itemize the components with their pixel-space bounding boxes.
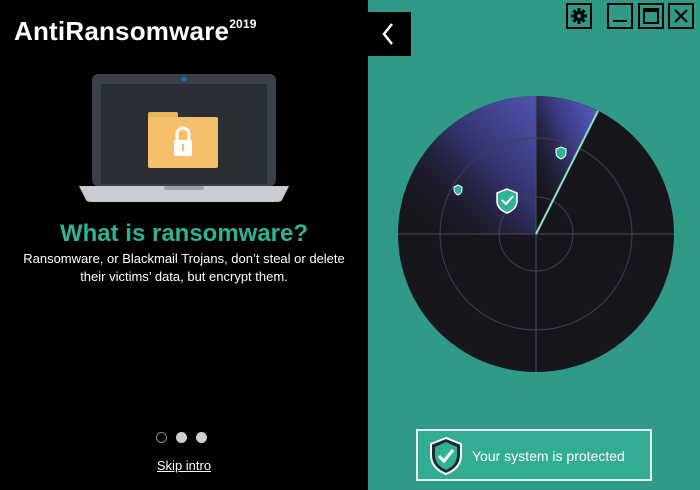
settings-button[interactable] bbox=[566, 3, 592, 29]
close-icon bbox=[674, 9, 688, 23]
pagination-dot-1[interactable] bbox=[156, 432, 167, 443]
minimize-icon bbox=[613, 20, 627, 22]
pagination-dot-3[interactable] bbox=[196, 432, 207, 443]
intro-description: Ransomware, or Blackmail Trojans, don’t … bbox=[23, 251, 345, 284]
app-title: AntiRansomware2019 bbox=[14, 16, 257, 47]
intro-headline: What is ransomware? bbox=[59, 220, 309, 247]
shield-check-icon bbox=[430, 436, 462, 476]
laptop-folder-lock-icon bbox=[79, 74, 289, 202]
protection-status-banner: Your system is protected bbox=[416, 429, 652, 481]
skip-intro-link[interactable]: Skip intro bbox=[0, 458, 368, 473]
maximize-icon bbox=[643, 8, 659, 24]
maximize-button[interactable] bbox=[638, 3, 664, 29]
protection-status-text: Your system is protected bbox=[472, 448, 625, 464]
radar-blip-main bbox=[496, 188, 518, 214]
pagination-dots bbox=[156, 432, 207, 443]
radar-scanner bbox=[398, 96, 674, 372]
intro-panel: AntiRansomware2019 What is ransomware? R… bbox=[0, 0, 368, 490]
app-title-year: 2019 bbox=[229, 17, 257, 32]
close-button[interactable] bbox=[668, 3, 694, 29]
minimize-button[interactable] bbox=[607, 3, 633, 29]
pagination-dot-2[interactable] bbox=[176, 432, 187, 443]
radar-blip-small-1 bbox=[453, 184, 463, 196]
back-button[interactable] bbox=[368, 12, 411, 56]
app-title-text: AntiRansomware bbox=[14, 16, 230, 46]
radar-blip-small-2 bbox=[555, 146, 567, 160]
gear-icon bbox=[571, 8, 587, 24]
chevron-left-icon bbox=[382, 23, 393, 45]
